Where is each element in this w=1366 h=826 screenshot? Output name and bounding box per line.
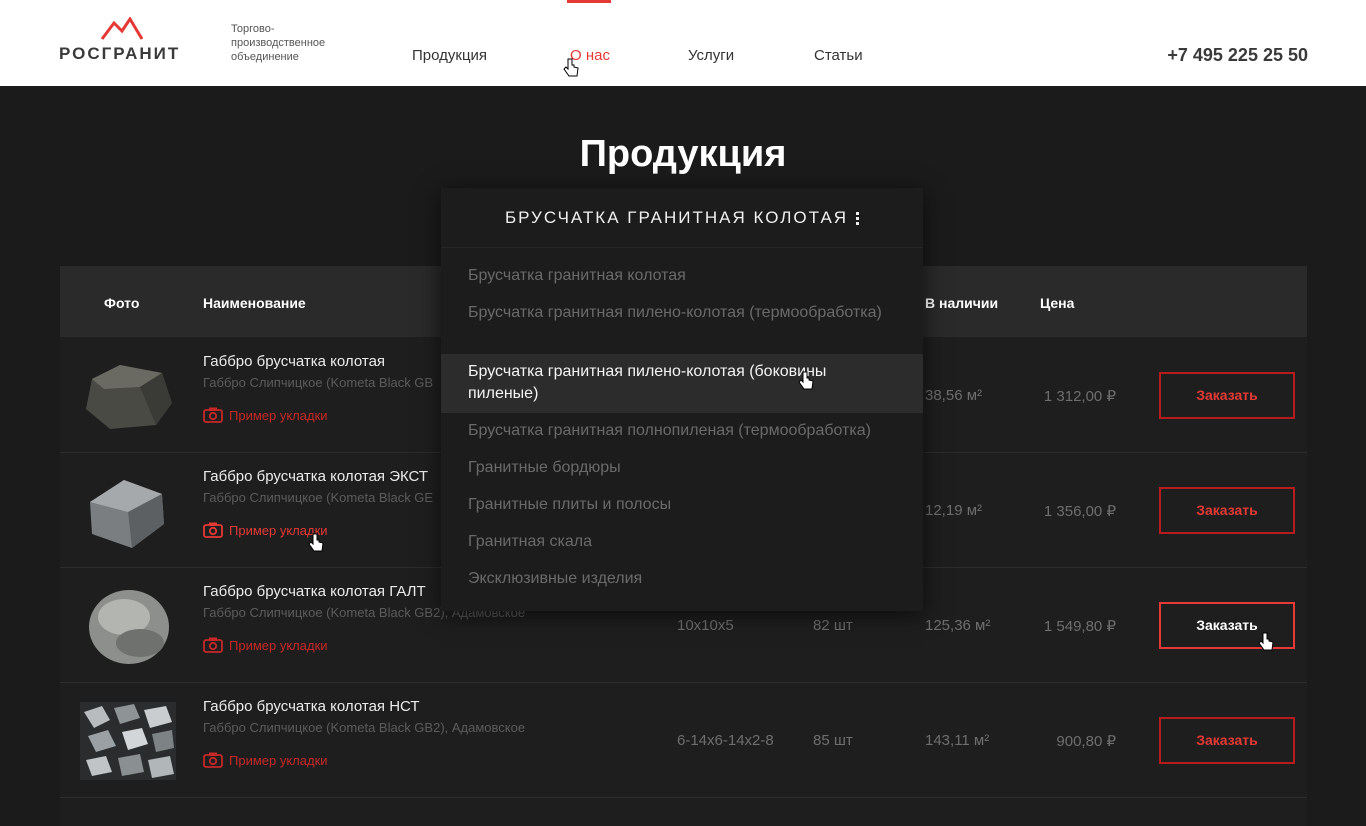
order-button[interactable]: Заказать: [1159, 372, 1295, 419]
size-value: 6-14х6-14х2-8: [677, 732, 774, 749]
product-name[interactable]: Габбро брусчатка колотая ГАЛТ: [203, 583, 426, 600]
example-link[interactable]: Пример укладки: [203, 407, 328, 423]
dropdown-title: БРУСЧАТКА ГРАНИТНАЯ КОЛОТАЯ: [504, 208, 849, 227]
dropdown-item[interactable]: Гранитная скала: [441, 531, 923, 553]
example-label: Пример укладки: [229, 638, 328, 653]
price-value: 900,80 ₽: [1056, 733, 1116, 750]
category-dropdown[interactable]: БРУСЧАТКА ГРАНИТНАЯ КОЛОТАЯ Брусчатка гр…: [441, 188, 923, 611]
page-title: Продукция: [579, 133, 787, 175]
dropdown-item[interactable]: Брусчатка гранитная колотая: [441, 265, 923, 287]
camera-icon: [203, 522, 223, 538]
dropdown-item[interactable]: Гранитные бордюры: [441, 457, 923, 479]
dropdown-header[interactable]: БРУСЧАТКА ГРАНИТНАЯ КОЛОТАЯ: [441, 188, 923, 248]
hand-cursor-icon: [798, 371, 814, 390]
stock-value: 38,56 м²: [925, 387, 983, 404]
logo[interactable]: РОСГРАНИТ: [59, 17, 189, 67]
product-photo[interactable]: [80, 472, 176, 550]
phone-number[interactable]: +7 495 225 25 50: [1167, 45, 1308, 66]
price-value: 1 549,80 ₽: [1043, 618, 1116, 635]
product-name[interactable]: Габбро брусчатка колотая НСТ: [203, 698, 420, 715]
dropdown-item[interactable]: Брусчатка гранитная полнопиленая (термоо…: [441, 420, 923, 442]
product-name[interactable]: Габбро брусчатка колотая: [203, 353, 385, 370]
nav-products[interactable]: Продукция: [412, 47, 487, 64]
camera-icon: [203, 752, 223, 768]
example-link[interactable]: Пример укладки: [203, 637, 328, 653]
count-value: 85 шт: [813, 732, 853, 749]
dropdown-item[interactable]: Эксклюзивные изделия: [441, 568, 923, 590]
site-header: РОСГРАНИТ Торгово-производственное объед…: [0, 0, 1366, 86]
dropdown-item-highlighted[interactable]: Брусчатка гранитная пилено-колотая (боко…: [441, 354, 923, 413]
example-label: Пример укладки: [229, 753, 328, 768]
col-photo: Фото: [104, 295, 140, 311]
product-material: Габбро Слипчицкое (Kometa Black GB: [203, 375, 434, 390]
camera-icon: [203, 407, 223, 423]
nav-services[interactable]: Услуги: [688, 47, 734, 64]
product-material: Габбро Слипчицкое (Kometa Black GE: [203, 490, 434, 505]
active-nav-marker: [567, 0, 611, 3]
table-row: Габбро брусчатка колотая НСТ Габбро Слип…: [60, 682, 1307, 798]
size-value: 10х10х5: [677, 617, 734, 634]
stock-value: 125,36 м²: [925, 617, 991, 634]
dropdown-item[interactable]: Гранитные плиты и полосы: [441, 494, 923, 516]
stock-value: 12,19 м²: [925, 502, 983, 519]
order-button[interactable]: Заказать: [1159, 487, 1295, 534]
order-button[interactable]: Заказать: [1159, 602, 1295, 649]
product-photo[interactable]: [80, 587, 176, 665]
tagline: Торгово-производственное объединение: [231, 23, 326, 63]
price-value: 1 312,00 ₽: [1043, 388, 1116, 405]
col-price: Цена: [1040, 295, 1075, 311]
hand-cursor-icon: [308, 533, 324, 552]
product-photo[interactable]: [80, 357, 176, 435]
nav-articles[interactable]: Статьи: [814, 47, 863, 64]
example-label: Пример укладки: [229, 408, 328, 423]
mountain-logo-icon: [100, 17, 144, 40]
camera-icon: [203, 637, 223, 653]
example-link[interactable]: Пример укладки: [203, 752, 328, 768]
product-name[interactable]: Габбро брусчатка колотая ЭКСТ: [203, 468, 428, 485]
product-photo[interactable]: [80, 702, 176, 780]
col-name: Наименование: [203, 295, 306, 311]
product-material: Габбро Слипчицкое (Kometa Black GB2), Ад…: [203, 720, 526, 735]
count-value: 82 шт: [813, 617, 853, 634]
order-button[interactable]: Заказать: [1159, 717, 1295, 764]
more-dots-icon: [856, 210, 860, 227]
hand-cursor-icon: [563, 58, 579, 77]
logo-text: РОСГРАНИТ: [59, 44, 181, 63]
hand-cursor-icon: [1258, 632, 1274, 651]
stock-value: 143,11 м²: [925, 732, 990, 749]
col-stock: В наличии: [925, 295, 999, 311]
price-value: 1 356,00 ₽: [1043, 503, 1116, 520]
dropdown-item[interactable]: Брусчатка гранитная пилено-колотая (терм…: [441, 302, 923, 324]
